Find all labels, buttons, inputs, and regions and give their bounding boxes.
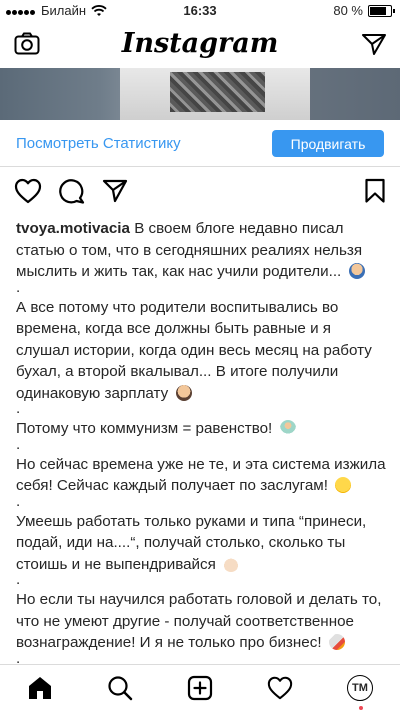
profile-tab[interactable]: ТМ	[347, 675, 373, 710]
index-pointing-up-emoji-icon	[223, 555, 240, 572]
direct-message-icon[interactable]	[361, 32, 387, 56]
activity-heart-icon[interactable]	[267, 675, 293, 701]
slightly-smiling-face-emoji-icon	[335, 477, 352, 493]
caption-line: А все потому что родители воспитывались …	[16, 297, 388, 405]
man-facepalming-emoji-icon	[175, 384, 192, 401]
caption-text: Умеешь работать только руками и типа “пр…	[16, 512, 367, 573]
caption-text: Но если ты научился работать головой и д…	[16, 591, 382, 651]
app-header: Instagram	[0, 22, 400, 69]
caption-line: Умеешь работать только руками и типа “пр…	[16, 511, 388, 576]
caption-dot-separator: .	[16, 492, 21, 510]
rocket-emoji-icon	[328, 634, 345, 650]
bottom-tab-bar: ТМ	[0, 664, 400, 713]
like-heart-icon[interactable]	[14, 178, 42, 204]
caption-dot-separator: .	[16, 400, 21, 417]
caption-line: tvoya.motivacia В своем блоге недавно пи…	[16, 218, 388, 283]
notification-dot	[359, 706, 363, 710]
caption-dot-separator: .	[16, 571, 21, 588]
man-shrugging-emoji-icon	[348, 263, 365, 279]
post-image-print	[170, 72, 265, 112]
battery-icon	[368, 4, 395, 17]
caption-text: Потому что коммунизм = равенство!	[16, 420, 273, 437]
battery-percentage: 80 %	[333, 3, 363, 18]
fairy-emoji-icon	[279, 420, 296, 436]
avatar: ТМ	[347, 675, 373, 701]
post-image[interactable]	[0, 68, 400, 120]
status-bar: Билайн 16:33 80 %	[0, 0, 400, 22]
insights-bar: Посмотреть Статистику Продвигать	[0, 120, 400, 167]
new-post-icon[interactable]	[187, 675, 213, 701]
post-caption: tvoya.motivacia В своем блоге недавно пи…	[16, 218, 388, 668]
caption-dot-separator: .	[16, 278, 21, 296]
caption-text: Но сейчас времена уже не те, и эта систе…	[16, 455, 386, 495]
home-icon[interactable]	[27, 675, 53, 701]
caption-line: Но сейчас времена уже не те, и эта систе…	[16, 454, 388, 497]
battery-group: 80 %	[333, 3, 395, 18]
share-icon[interactable]	[101, 178, 129, 204]
caption-line: Потому что коммунизм = равенство!	[16, 418, 388, 440]
post-actions	[0, 172, 400, 212]
caption-text: А все потому что родители воспитывались …	[16, 298, 372, 402]
save-bookmark-icon[interactable]	[364, 178, 386, 204]
search-icon[interactable]	[107, 675, 133, 701]
comment-icon[interactable]	[58, 178, 86, 204]
view-statistics-link[interactable]: Посмотреть Статистику	[16, 135, 181, 152]
caption-line: Но если ты научился работать головой и д…	[16, 589, 388, 654]
caption-dot-separator: .	[16, 435, 21, 453]
promote-button[interactable]: Продвигать	[272, 130, 384, 157]
instagram-logo: Instagram	[121, 28, 279, 59]
post-username[interactable]: tvoya.motivacia	[16, 220, 130, 237]
